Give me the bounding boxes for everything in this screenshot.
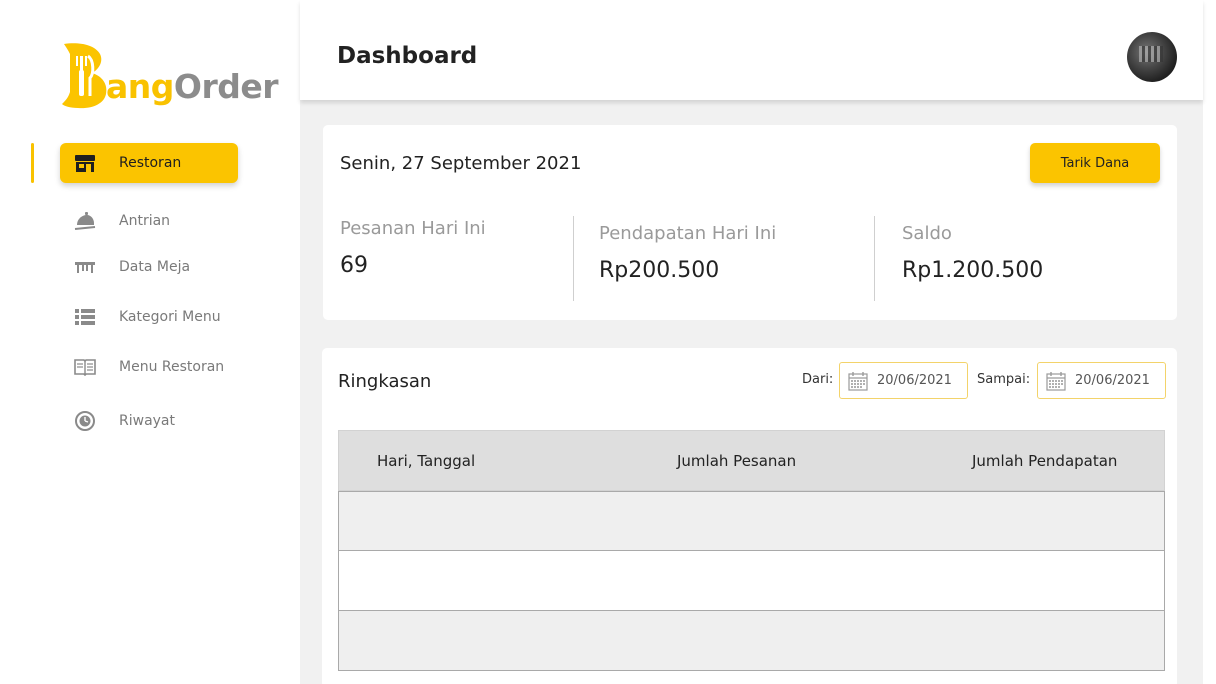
withdraw-button[interactable]: Tarik Dana: [1030, 143, 1160, 183]
history-icon: [74, 410, 96, 432]
sidebar-item-menu-restoran[interactable]: Menu Restoran: [60, 347, 238, 387]
page-title: Dashboard: [337, 43, 478, 69]
summary-card: Ringkasan Dari: 20/06/2021 Sampai: 20/06…: [322, 348, 1177, 684]
active-indicator: [31, 143, 34, 183]
sidebar-item-antrian[interactable]: Antrian: [60, 201, 238, 241]
from-date-field[interactable]: 20/06/2021: [839, 362, 968, 399]
sidebar-item-data-meja[interactable]: Data Meja: [60, 247, 238, 287]
stats-card: Senin, 27 September 2021 Tarik Dana Pesa…: [323, 125, 1177, 320]
brand-wordmark-part2: Order: [173, 67, 279, 106]
sidebar-item-label: Data Meja: [119, 259, 191, 275]
brand-wordmark: angOrder: [106, 67, 279, 106]
store-icon: [74, 152, 96, 174]
brand-wordmark-part1: ang: [106, 67, 174, 106]
sidebar-nav: Restoran Antrian Data Meja Kategori Menu…: [60, 143, 260, 441]
logo-b-icon: [58, 40, 108, 109]
sidebar-item-label: Menu Restoran: [119, 359, 225, 375]
column-header-orders[interactable]: Jumlah Pesanan: [677, 452, 796, 470]
divider: [573, 216, 574, 301]
stat-value: 69: [340, 253, 368, 278]
brand-logo[interactable]: angOrder: [58, 38, 279, 109]
sidebar: angOrder Restoran Antrian Data Meja Kate…: [0, 0, 300, 684]
sidebar-item-label: Restoran: [119, 155, 182, 171]
column-header-income[interactable]: Jumlah Pendapatan: [972, 452, 1117, 470]
calendar-icon: [848, 371, 868, 391]
table-row[interactable]: [338, 611, 1165, 671]
table-icon: [74, 256, 96, 278]
book-icon: [74, 356, 96, 378]
sidebar-item-label: Antrian: [119, 213, 171, 229]
sidebar-item-label: Kategori Menu: [119, 309, 221, 325]
user-avatar[interactable]: [1127, 32, 1177, 82]
stat-label: Pendapatan Hari Ini: [599, 223, 777, 244]
current-date: Senin, 27 September 2021: [340, 153, 582, 174]
summary-table: Hari, Tanggal Jumlah Pesanan Jumlah Pend…: [338, 430, 1165, 671]
stat-orders-today: Pesanan Hari Ini 69: [340, 218, 486, 278]
top-header: Dashboard: [300, 0, 1203, 100]
stat-income-today: Pendapatan Hari Ini Rp200.500: [599, 223, 776, 283]
sidebar-item-riwayat[interactable]: Riwayat: [60, 401, 238, 441]
sidebar-item-kategori-menu[interactable]: Kategori Menu: [60, 297, 238, 337]
to-date-value: 20/06/2021: [1075, 373, 1150, 388]
table-header: Hari, Tanggal Jumlah Pesanan Jumlah Pend…: [338, 430, 1165, 491]
summary-title: Ringkasan: [338, 371, 432, 392]
sidebar-item-label: Riwayat: [119, 413, 175, 429]
list-icon: [74, 306, 96, 328]
stat-value: Rp200.500: [599, 258, 720, 283]
main-content: Senin, 27 September 2021 Tarik Dana Pesa…: [300, 100, 1203, 684]
to-date-field[interactable]: 20/06/2021: [1037, 362, 1166, 399]
stat-label: Pesanan Hari Ini: [340, 218, 486, 239]
calendar-icon: [1046, 371, 1066, 391]
stat-label: Saldo: [902, 223, 952, 244]
stat-value: Rp1.200.500: [902, 258, 1044, 283]
table-row[interactable]: [338, 491, 1165, 551]
sidebar-item-restoran[interactable]: Restoran: [60, 143, 238, 183]
column-header-date[interactable]: Hari, Tanggal: [377, 452, 475, 470]
stat-balance: Saldo Rp1.200.500: [902, 223, 1043, 283]
to-label: Sampai:: [977, 372, 1031, 387]
table-row[interactable]: [338, 551, 1165, 611]
from-label: Dari:: [802, 372, 834, 387]
from-date-value: 20/06/2021: [877, 373, 952, 388]
divider: [874, 216, 875, 301]
cloche-icon: [74, 210, 96, 232]
